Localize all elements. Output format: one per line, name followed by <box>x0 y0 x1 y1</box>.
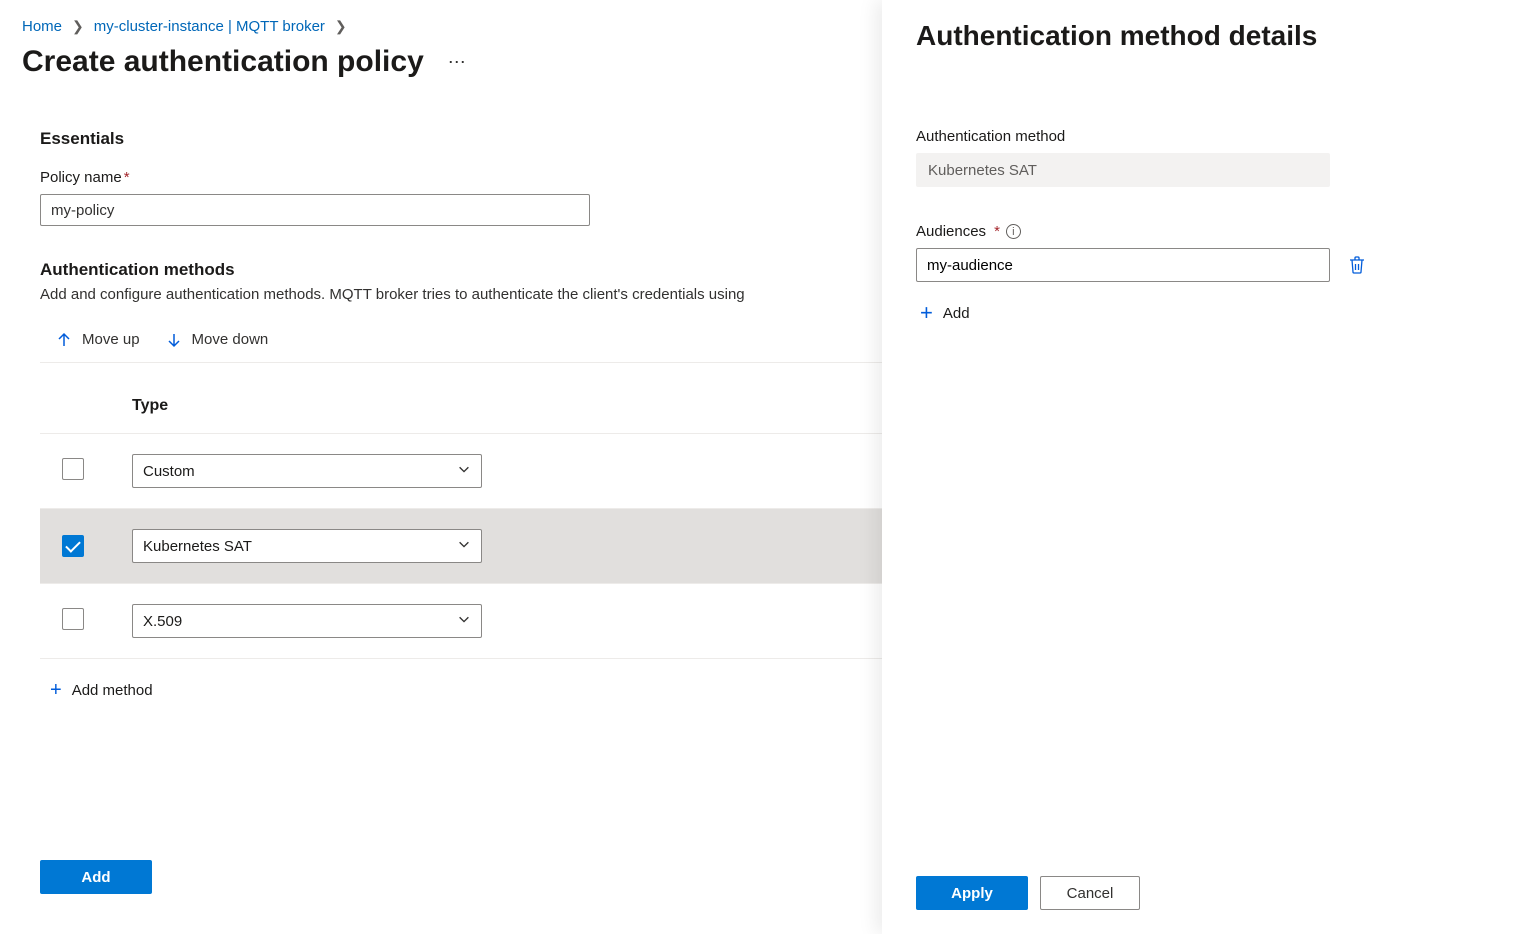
cancel-button[interactable]: Cancel <box>1040 876 1140 910</box>
audiences-label: Audiences * i <box>916 223 1488 240</box>
add-audience-button[interactable]: + Add <box>920 300 1488 326</box>
breadcrumb-home[interactable]: Home <box>22 18 62 35</box>
add-button[interactable]: Add <box>40 860 152 894</box>
move-up-button[interactable]: Move up <box>56 331 140 348</box>
required-indicator: * <box>124 169 130 186</box>
method-display: Kubernetes SAT <box>916 153 1330 187</box>
chevron-down-icon <box>457 462 471 480</box>
row-checkbox[interactable] <box>62 458 84 480</box>
audience-input[interactable] <box>916 248 1330 282</box>
arrow-up-icon <box>56 332 72 348</box>
more-actions-icon[interactable]: ⋯ <box>442 46 474 79</box>
arrow-down-icon <box>166 332 182 348</box>
page-title: Create authentication policy <box>22 45 424 79</box>
details-panel: Authentication method details Authentica… <box>882 0 1522 934</box>
info-icon[interactable]: i <box>1006 224 1021 239</box>
type-select[interactable]: Custom <box>132 454 482 488</box>
breadcrumb-cluster[interactable]: my-cluster-instance | MQTT broker <box>94 18 325 35</box>
chevron-down-icon <box>457 612 471 630</box>
panel-title: Authentication method details <box>916 20 1488 52</box>
chevron-right-icon: ❯ <box>72 18 84 35</box>
trash-icon <box>1348 255 1366 275</box>
apply-button[interactable]: Apply <box>916 876 1028 910</box>
type-select[interactable]: X.509 <box>132 604 482 638</box>
row-checkbox[interactable] <box>62 608 84 630</box>
move-down-button[interactable]: Move down <box>166 331 269 348</box>
delete-audience-button[interactable] <box>1348 255 1366 275</box>
chevron-down-icon <box>457 537 471 555</box>
type-select[interactable]: Kubernetes SAT <box>132 529 482 563</box>
required-indicator: * <box>994 223 1000 240</box>
plus-icon: + <box>920 300 933 326</box>
plus-icon: + <box>50 679 62 702</box>
row-checkbox[interactable] <box>62 535 84 557</box>
add-method-button[interactable]: + Add method <box>50 679 153 702</box>
chevron-right-icon: ❯ <box>335 18 347 35</box>
policy-name-input[interactable] <box>40 194 590 226</box>
method-label: Authentication method <box>916 128 1488 145</box>
